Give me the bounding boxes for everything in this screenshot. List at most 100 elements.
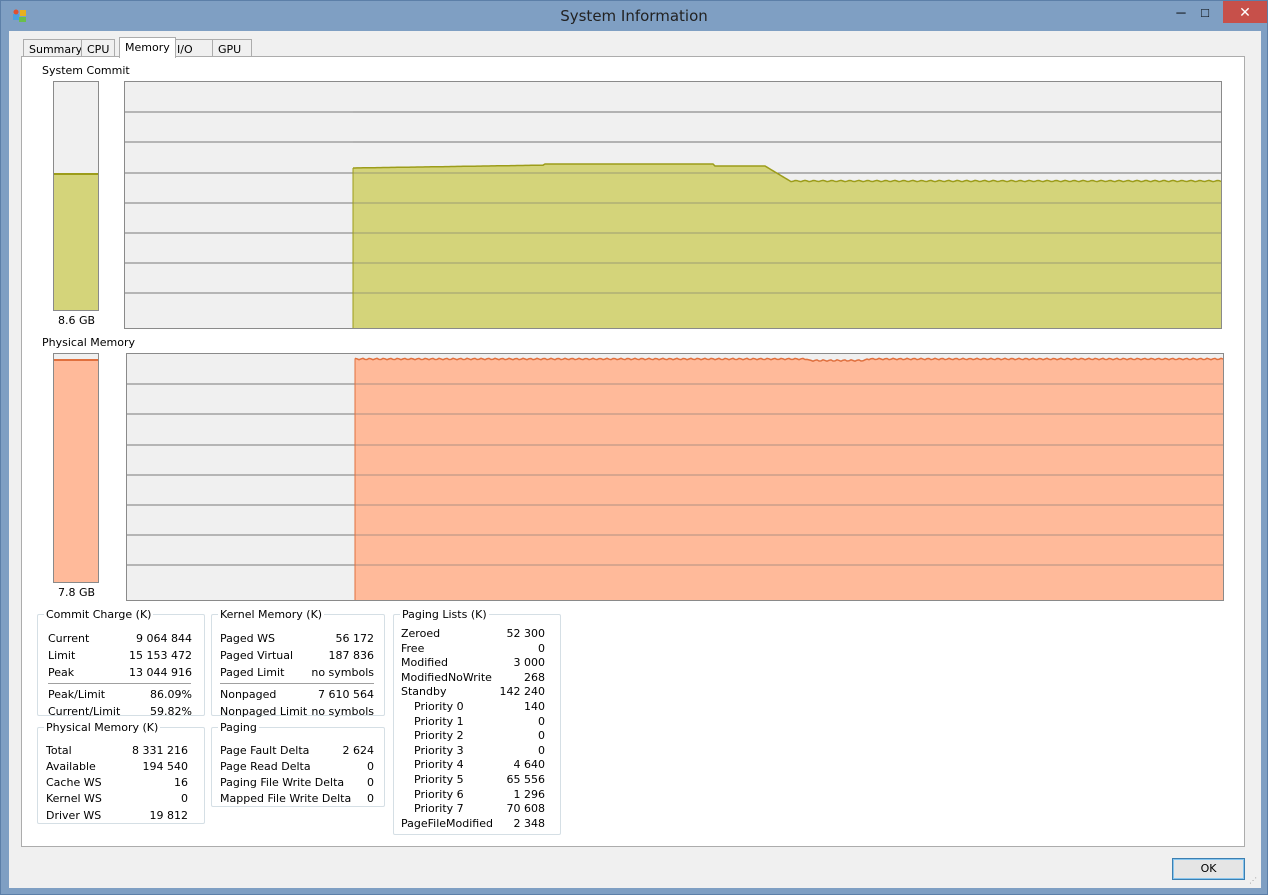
paging-list-row: PageFileModified 2 348 [394, 817, 560, 832]
maximize-button[interactable]: □ [1189, 1, 1221, 23]
row-key: Limit [48, 649, 76, 662]
resize-grip-icon[interactable]: ⋰ [1249, 876, 1259, 886]
paging-file-write-delta-row: Paging File Write Delta 0 [212, 776, 384, 791]
mapped-file-write-delta-row: Mapped File Write Delta 0 [212, 792, 384, 807]
physical-memory-title: Physical Memory (K) [46, 721, 159, 734]
row-key: Free [401, 641, 425, 655]
title-bar[interactable]: System Information ─ □ ✕ [1, 1, 1267, 31]
page-read-delta-row: Page Read Delta 0 [212, 760, 384, 775]
system-commit-graph[interactable] [124, 81, 1222, 329]
row-key: Priority 5 [414, 773, 464, 786]
current-limit-row: Current/Limit 59.82% [38, 705, 204, 720]
paging-list-row: Standby 142 240 [394, 685, 560, 700]
row-key: Priority 3 [414, 743, 464, 757]
row-value: 140 [524, 700, 545, 713]
paging-list-row: Free 0 [394, 642, 560, 657]
commit-charge-group: Commit Charge (K) Current 9 064 844 Limit… [37, 608, 205, 718]
row-key: Current/Limit [48, 705, 121, 718]
ok-button[interactable]: OK [1172, 858, 1245, 880]
dialog-client-area: Summary CPU Memory I/O GPU System Commit… [9, 31, 1261, 888]
system-commit-graph-plot [125, 111, 1221, 328]
row-value: 0 [538, 729, 545, 743]
row-value: 0 [538, 743, 545, 757]
row-key: Available [46, 760, 96, 773]
graph-area [355, 358, 1223, 600]
row-key: Priority 1 [414, 714, 464, 728]
row-key: Total [46, 744, 72, 757]
row-key: Paged Virtual [220, 649, 294, 662]
row-value: 0 [181, 792, 188, 805]
row-value: 0 [538, 714, 545, 728]
row-value: 2 348 [513, 816, 546, 830]
paged-ws-row: Paged WS 56 172 [212, 632, 384, 647]
system-commit-meter-fill [54, 173, 98, 310]
physical-memory-graph-plot [127, 357, 1223, 600]
window-title: System Information [560, 7, 708, 25]
row-value: 4 640 [513, 758, 546, 772]
row-key: Priority 4 [414, 758, 464, 772]
paging-list-row: ModifiedNoWrite 268 [394, 671, 560, 686]
graph-area [353, 164, 1221, 328]
paged-limit-row: Paged Limit no symbols [212, 666, 384, 681]
row-value: no symbols [311, 705, 374, 718]
row-value: 1 296 [513, 787, 546, 801]
row-key: Paged WS [220, 632, 275, 645]
row-key: Kernel WS [46, 792, 102, 805]
page-fault-delta-row: Page Fault Delta 2 624 [212, 744, 384, 759]
row-value: 0 [367, 792, 374, 805]
row-key: Nonpaged [220, 688, 277, 701]
peak-limit-row: Peak/Limit 86.09% [38, 688, 204, 703]
paging-title: Paging [220, 721, 257, 734]
memory-tab-panel: System Commit 8.6 GB Physical Memory 7.8… [21, 56, 1245, 847]
physical-memory-meter-fill [54, 358, 98, 582]
row-key: Mapped File Write Delta [220, 792, 352, 805]
row-value: 59.82% [150, 705, 192, 718]
row-value: 9 064 844 [136, 632, 192, 645]
divider [220, 683, 374, 684]
physmem-driver-ws-row: Driver WS 19 812 [38, 809, 204, 824]
system-commit-label: System Commit [42, 64, 130, 77]
row-value: no symbols [311, 666, 374, 679]
row-key: Priority 7 [414, 802, 464, 816]
commit-current-row: Current 9 064 844 [38, 632, 204, 647]
row-value: 0 [538, 641, 545, 655]
tab-memory[interactable]: Memory [119, 37, 176, 58]
row-value: 65 556 [506, 773, 546, 786]
row-key: Current [48, 632, 90, 645]
paging-list-row: Priority 1 0 [394, 715, 560, 730]
commit-limit-row: Limit 15 153 472 [38, 649, 204, 664]
paging-group: Paging Page Fault Delta 2 624 Page Read D… [211, 721, 385, 807]
row-value: 15 153 472 [129, 649, 192, 662]
row-value: 7 610 564 [318, 688, 374, 701]
paging-list-row: Modified 3 000 [394, 656, 560, 671]
row-key: Nonpaged Limit [220, 705, 308, 718]
paging-list-row: Zeroed 52 300 [394, 627, 560, 642]
row-value: 142 240 [499, 685, 546, 699]
physical-memory-graph[interactable] [126, 353, 1224, 601]
row-value: 187 836 [328, 649, 375, 662]
nonpaged-row: Nonpaged 7 610 564 [212, 688, 384, 703]
commit-peak-row: Peak 13 044 916 [38, 666, 204, 681]
row-value: 194 540 [142, 760, 189, 773]
row-value: 52 300 [506, 627, 546, 640]
nonpaged-limit-row: Nonpaged Limit no symbols [212, 705, 384, 720]
divider [48, 683, 191, 684]
row-value: 268 [524, 670, 545, 684]
paging-list-row: Priority 6 1 296 [394, 788, 560, 803]
system-commit-meter [53, 81, 99, 311]
physmem-kernel-ws-row: Kernel WS 0 [38, 792, 204, 807]
paging-lists-title: Paging Lists (K) [402, 608, 487, 621]
kernel-memory-group: Kernel Memory (K) Paged WS 56 172 Paged V… [211, 608, 385, 718]
row-value: 13 044 916 [129, 666, 192, 679]
physical-memory-meter [53, 353, 99, 583]
row-value: 0 [367, 760, 374, 773]
row-key: Peak/Limit [48, 688, 106, 701]
commit-charge-title: Commit Charge (K) [46, 608, 152, 621]
row-value: 2 624 [342, 744, 375, 757]
row-key: PageFileModified [401, 816, 493, 830]
close-button[interactable]: ✕ [1223, 1, 1267, 23]
paged-virtual-row: Paged Virtual 187 836 [212, 649, 384, 664]
physical-memory-group: Physical Memory (K) Total 8 331 216 Avail… [37, 721, 205, 824]
row-key: Priority 0 [414, 700, 464, 713]
row-key: Zeroed [401, 627, 441, 640]
